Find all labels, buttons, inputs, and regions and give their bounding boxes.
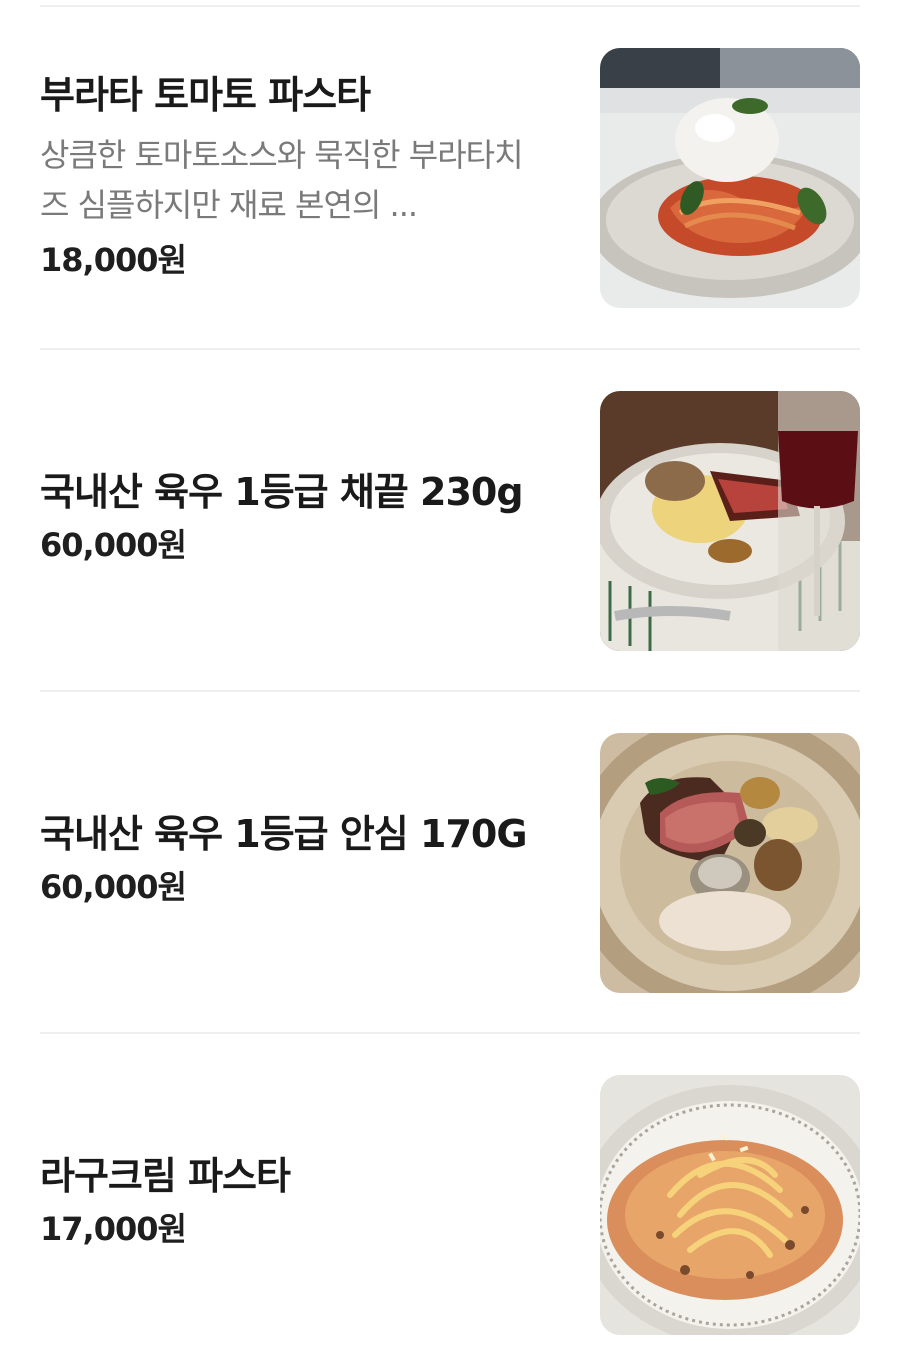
divider bbox=[40, 1032, 860, 1034]
tenderloin-steak-photo[interactable] bbox=[600, 733, 860, 993]
burrata-pasta-image bbox=[600, 48, 860, 308]
menu-item-price: 17,000원 bbox=[40, 1210, 187, 1248]
menu-item-price: 60,000원 bbox=[40, 868, 187, 906]
menu-item-description: 상큼한 토마토소스와 묵직한 부라타치즈 심플하지만 재료 본연의 ... bbox=[40, 136, 524, 224]
ragu-cream-pasta-photo[interactable] bbox=[600, 1075, 860, 1335]
tenderloin-steak-image bbox=[600, 733, 860, 993]
divider bbox=[40, 690, 860, 692]
menu-item-text: 국내산 육우 1등급 채끝 230g 60,000원 bbox=[40, 469, 560, 565]
menu-item-tenderloin-170g[interactable]: 국내산 육우 1등급 안심 170G 60,000원 bbox=[40, 733, 860, 993]
menu-item-name: 라구크림 파스타 bbox=[40, 1154, 291, 1198]
menu-item-name: 국내산 육우 1등급 안심 170G bbox=[40, 812, 528, 856]
divider bbox=[40, 5, 860, 7]
menu-item-price: 18,000원 bbox=[40, 241, 187, 279]
menu-item-text: 국내산 육우 1등급 안심 170G 60,000원 bbox=[40, 811, 560, 907]
menu-item-text: 부라타 토마토 파스타 상큼한 토마토소스와 묵직한 부라타치즈 심플하지만 재… bbox=[40, 72, 560, 280]
burrata-pasta-photo[interactable] bbox=[600, 48, 860, 308]
sirloin-steak-image bbox=[600, 391, 860, 651]
menu-item-price: 60,000원 bbox=[40, 526, 187, 564]
divider bbox=[40, 348, 860, 350]
menu-item-ragu-cream-pasta[interactable]: 라구크림 파스타 17,000원 bbox=[40, 1075, 860, 1335]
menu-item-sirloin-230g[interactable]: 국내산 육우 1등급 채끝 230g 60,000원 bbox=[40, 391, 860, 651]
menu-item-text: 라구크림 파스타 17,000원 bbox=[40, 1153, 560, 1249]
menu-list: 부라타 토마토 파스타 상큼한 토마토소스와 묵직한 부라타치즈 심플하지만 재… bbox=[0, 0, 900, 1369]
ragu-cream-pasta-image bbox=[600, 1075, 860, 1335]
menu-item-name: 부라타 토마토 파스타 bbox=[40, 73, 371, 117]
menu-item-name: 국내산 육우 1등급 채끝 230g bbox=[40, 470, 524, 514]
menu-item-burrata-tomato-pasta[interactable]: 부라타 토마토 파스타 상큼한 토마토소스와 묵직한 부라타치즈 심플하지만 재… bbox=[40, 48, 860, 308]
sirloin-steak-photo[interactable] bbox=[600, 391, 860, 651]
